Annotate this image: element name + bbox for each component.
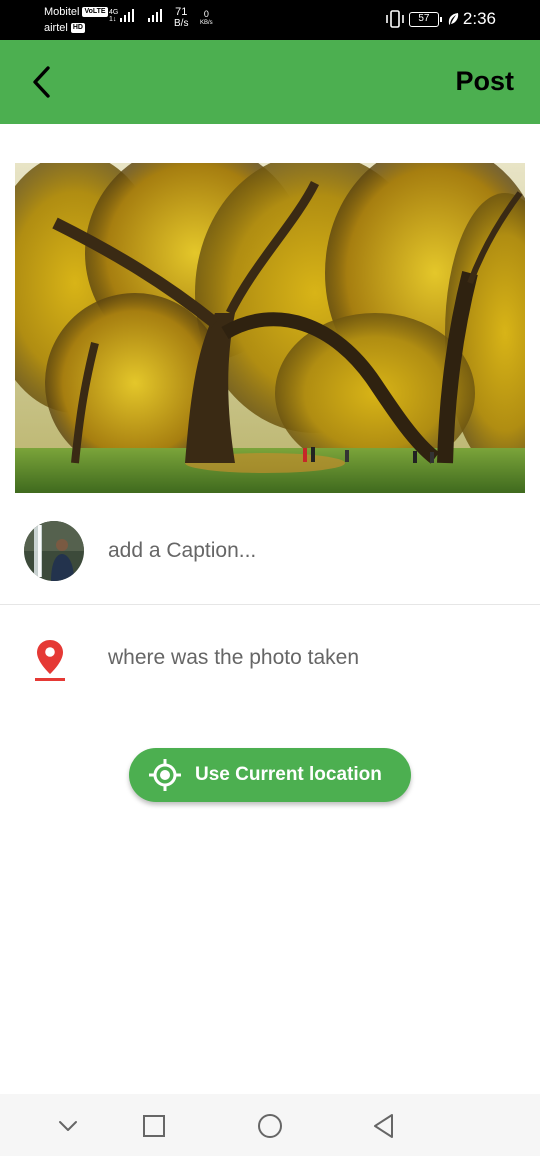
clock: 2:36 bbox=[462, 9, 496, 28]
location-row bbox=[0, 620, 540, 700]
app-bar: Post bbox=[0, 40, 540, 124]
speed-value: 71 bbox=[175, 6, 188, 18]
caption-input[interactable] bbox=[108, 535, 508, 567]
use-current-location-label: Use Current location bbox=[195, 764, 382, 785]
kbs-unit: KB/s bbox=[200, 20, 213, 26]
square-icon[interactable] bbox=[140, 1112, 168, 1140]
location-input[interactable] bbox=[108, 642, 518, 674]
avatar-image bbox=[24, 521, 84, 581]
triangle-back-icon[interactable] bbox=[370, 1112, 398, 1140]
chevron-down-icon[interactable] bbox=[54, 1112, 82, 1140]
vibrate-icon bbox=[386, 10, 404, 28]
network-type: 4G 1↓ bbox=[109, 9, 118, 23]
use-current-location-button[interactable]: Use Current location bbox=[129, 748, 411, 802]
battery-icon: 57 bbox=[408, 11, 442, 27]
circle-icon[interactable] bbox=[256, 1112, 284, 1140]
signal-icon bbox=[148, 9, 162, 22]
battery-level: 57 bbox=[418, 12, 430, 24]
network-type-label: 4G bbox=[109, 9, 119, 16]
kbs-value: 0 bbox=[203, 9, 209, 19]
leaf-icon bbox=[448, 13, 459, 25]
network-sub-label: 1↓ bbox=[109, 16, 117, 23]
carrier2-name: airtel bbox=[44, 22, 68, 34]
signal-icon bbox=[120, 9, 134, 22]
navigation-bar bbox=[0, 1094, 540, 1156]
avatar bbox=[24, 521, 84, 581]
gps-target-icon bbox=[149, 759, 181, 791]
map-pin-icon bbox=[35, 640, 65, 681]
caption-row bbox=[0, 515, 540, 605]
network-speed: 71 B/s bbox=[174, 6, 188, 30]
system-indicators: 57 2:36 bbox=[385, 9, 496, 29]
tree-photo-image bbox=[15, 163, 525, 493]
arrow-back-icon[interactable] bbox=[26, 64, 60, 100]
post-button[interactable]: Post bbox=[455, 66, 514, 97]
carrier1-name: Mobitel bbox=[44, 6, 80, 18]
carrier2-badge: HD bbox=[70, 23, 85, 33]
carrier1-badge: VoLTE bbox=[82, 7, 108, 17]
tree-photo bbox=[15, 163, 525, 493]
kbs-speed: 0 KB/s bbox=[200, 10, 213, 28]
speed-unit: B/s bbox=[174, 18, 189, 29]
status-bar: Mobitel VoLTE airtel HD 4G 1↓ 71 B/s 0 K… bbox=[0, 0, 540, 40]
carrier-info: Mobitel VoLTE airtel HD bbox=[44, 4, 108, 36]
